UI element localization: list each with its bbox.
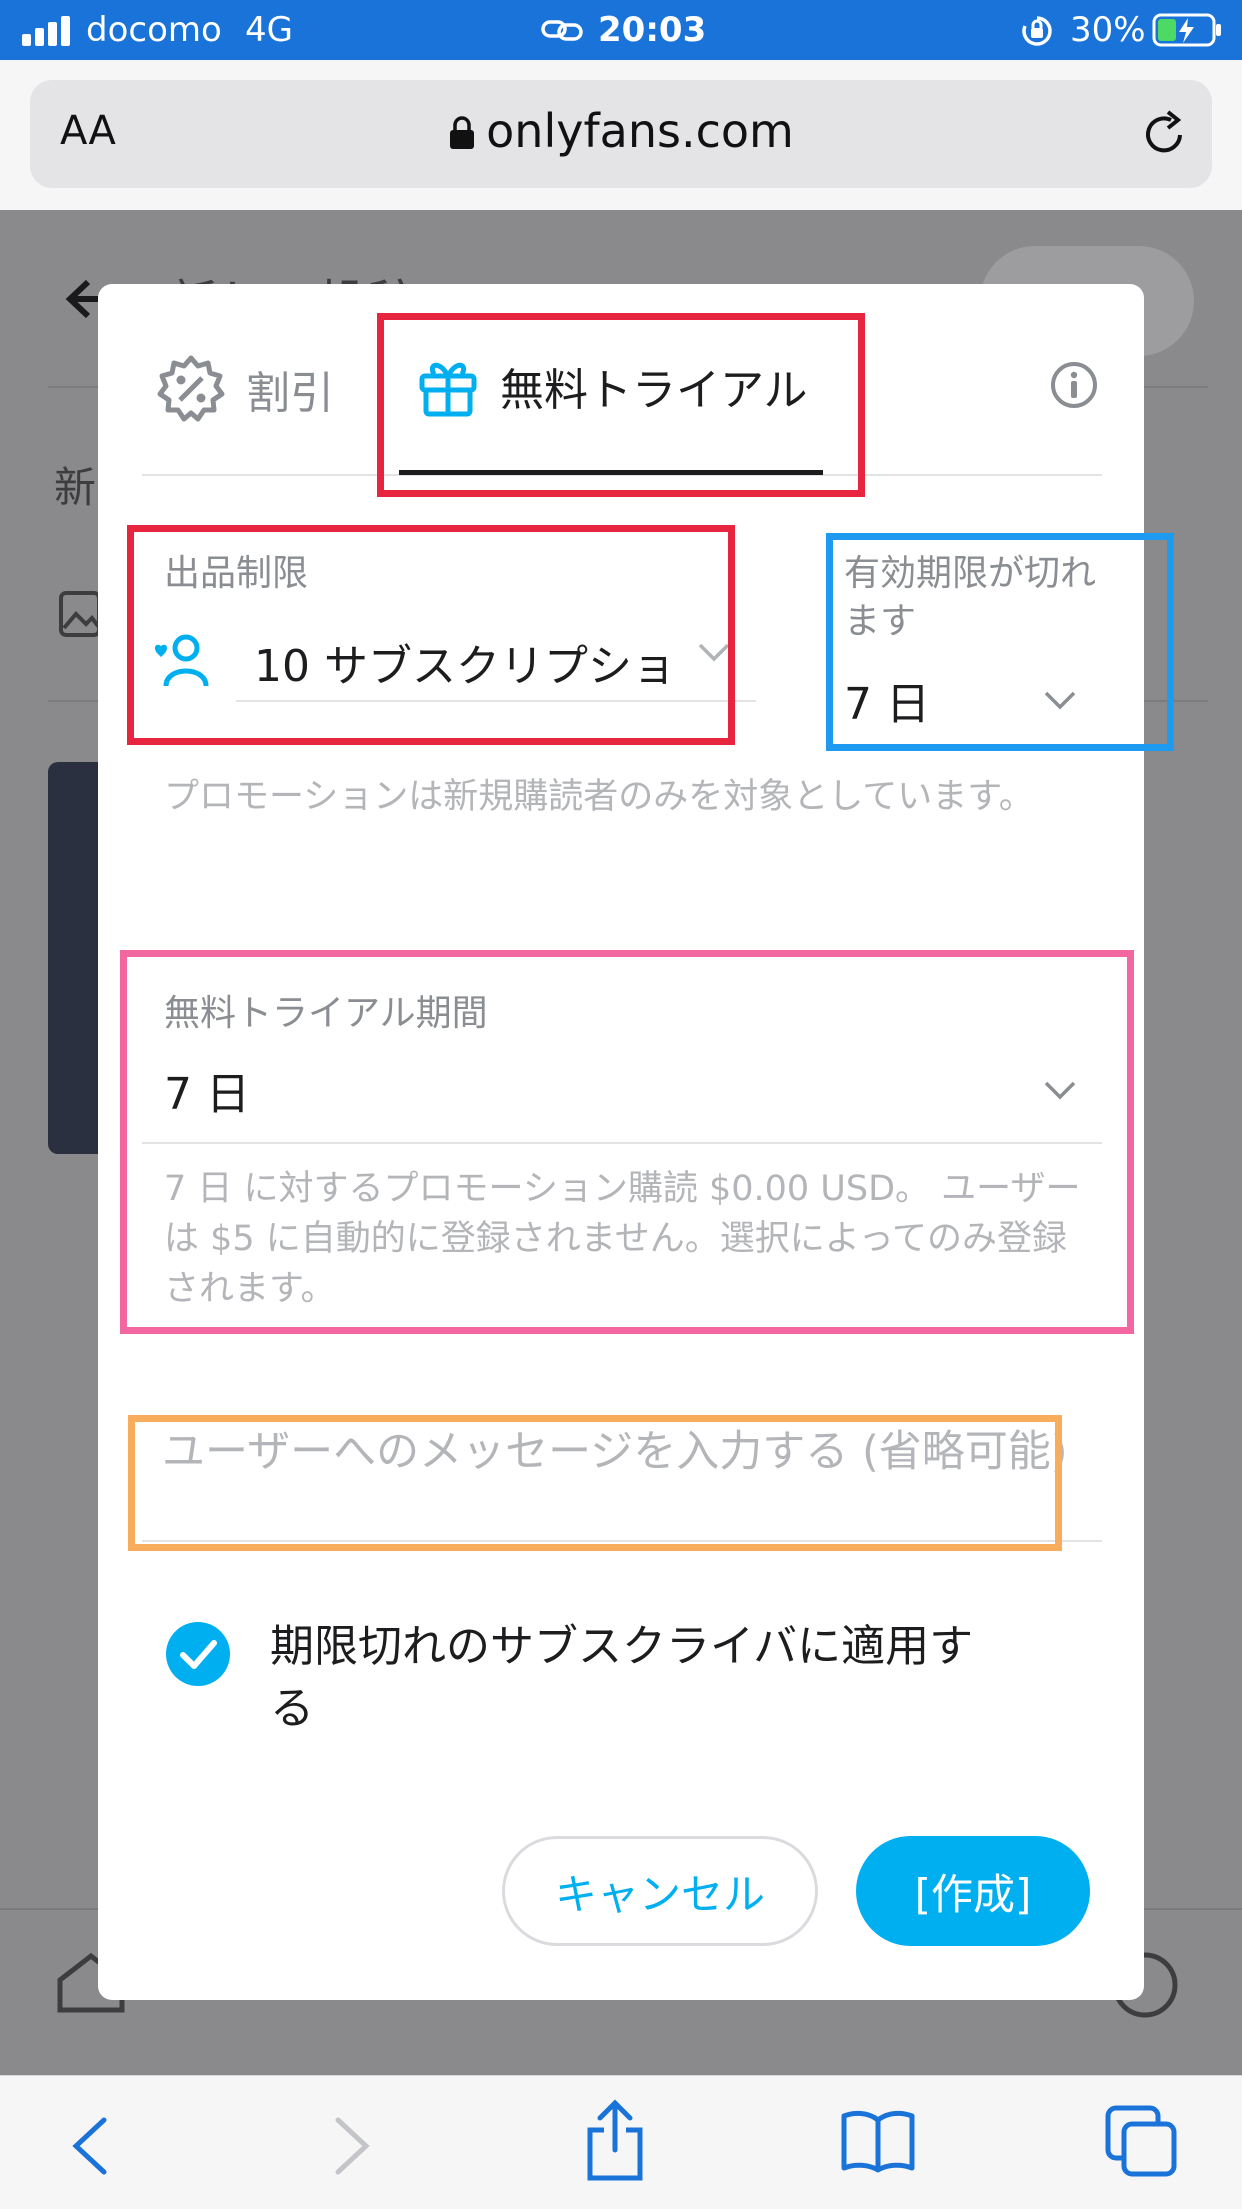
address-bar[interactable]: AA onlyfans.com: [30, 80, 1212, 188]
status-bar: docomo 4G 20:03 30%: [0, 0, 1242, 60]
battery-percent: 30%: [1070, 10, 1146, 50]
tab-discount[interactable]: 割引: [156, 354, 334, 424]
background-body-text: 新: [54, 463, 97, 512]
url-text: onlyfans.com: [486, 104, 794, 158]
annotation-box-expiration: [826, 533, 1174, 751]
annotation-box-offer-limit: [127, 525, 735, 745]
image-icon: [59, 591, 101, 637]
tabs-icon[interactable]: [1104, 2104, 1178, 2178]
link-icon: [541, 20, 583, 41]
annotation-box-trial-duration: [120, 950, 1134, 1334]
info-icon[interactable]: [1049, 360, 1099, 410]
url-display[interactable]: onlyfans.com: [30, 104, 1212, 158]
network-label: 4G: [245, 10, 293, 50]
browser-toolbar: [0, 2075, 1242, 2209]
share-icon[interactable]: [582, 2098, 648, 2184]
apply-expired-label: 期限切れのサブスクライバに適用する: [270, 1621, 974, 1734]
tab-discount-label: 割引: [246, 368, 334, 419]
bookmarks-icon[interactable]: [840, 2108, 916, 2174]
reload-icon[interactable]: [1138, 108, 1192, 162]
annotation-box-message: [128, 1415, 1062, 1551]
rotation-lock-icon: [1022, 16, 1052, 46]
create-button[interactable]: [作成]: [856, 1836, 1090, 1946]
new-subscribers-note: プロモーションは新規購読者のみを対象としています。: [164, 777, 1034, 817]
lock-icon: [450, 116, 475, 149]
clock: 20:03: [598, 10, 707, 50]
annotation-box-free-trial-tab: [377, 313, 865, 497]
carrier-label: docomo: [86, 10, 222, 50]
cancel-button[interactable]: キャンセル: [502, 1836, 818, 1946]
back-icon[interactable]: [66, 2114, 112, 2178]
discount-badge-icon: [157, 355, 225, 422]
apply-expired-checkbox[interactable]: [166, 1622, 230, 1686]
check-icon: [180, 1640, 217, 1669]
battery-icon: [1152, 13, 1221, 47]
signal-icon: [22, 0, 78, 60]
forward-icon[interactable]: [330, 2114, 376, 2178]
